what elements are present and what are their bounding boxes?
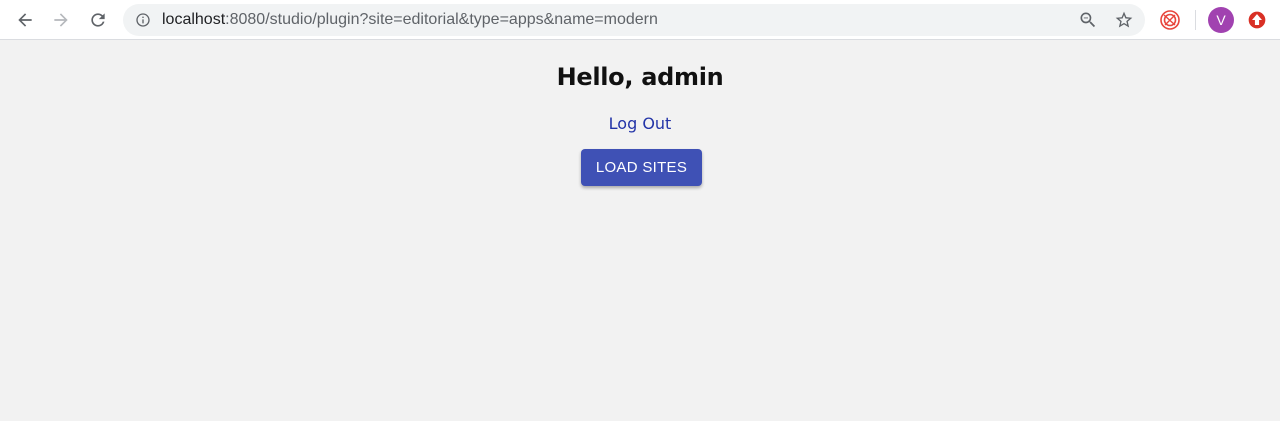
url-host: localhost bbox=[162, 11, 226, 28]
load-sites-button[interactable]: LOAD SITES bbox=[581, 149, 702, 186]
address-bar[interactable]: localhost:8080/studio/plugin?site=editor… bbox=[123, 4, 1145, 36]
forward-button[interactable] bbox=[47, 6, 75, 34]
arrow-left-icon bbox=[18, 13, 32, 27]
info-circle-icon[interactable] bbox=[135, 12, 151, 28]
logout-link[interactable]: Log Out bbox=[609, 114, 672, 133]
browser-toolbar: localhost:8080/studio/plugin?site=editor… bbox=[0, 0, 1280, 40]
url-text[interactable]: localhost:8080/studio/plugin?site=editor… bbox=[162, 4, 658, 36]
reload-button[interactable] bbox=[84, 6, 112, 34]
back-button[interactable] bbox=[11, 6, 39, 34]
zoom-out-icon[interactable] bbox=[1078, 10, 1098, 30]
arrow-right-icon bbox=[54, 13, 68, 27]
swirl-extension-icon[interactable] bbox=[1158, 8, 1182, 32]
page-content: Hello, admin Log Out LOAD SITES bbox=[0, 41, 1280, 421]
alert-extension-icon[interactable] bbox=[1247, 10, 1267, 30]
greeting-heading: Hello, admin bbox=[556, 63, 724, 91]
bookmark-star-icon[interactable] bbox=[1114, 10, 1134, 30]
url-path: :8080/studio/plugin?site=editorial&type=… bbox=[225, 11, 658, 28]
profile-avatar[interactable]: V bbox=[1208, 7, 1234, 33]
toolbar-divider bbox=[1195, 10, 1196, 30]
logout-row: Log Out bbox=[0, 114, 1280, 133]
reload-icon bbox=[91, 13, 105, 27]
